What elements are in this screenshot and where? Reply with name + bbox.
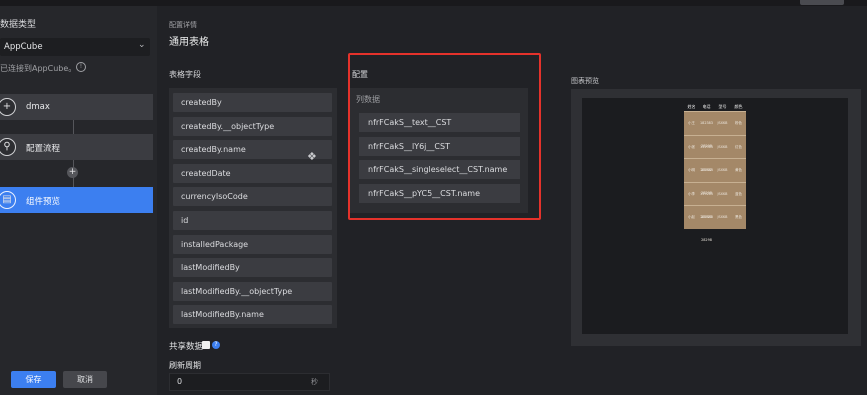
- preview-cell: 小赵: [688, 215, 695, 219]
- preview-cell: 蓝色: [735, 191, 742, 196]
- field-item-label: lastModifiedBy.name: [181, 310, 264, 320]
- step-component-preview[interactable]: [0, 187, 153, 213]
- preview-cell: JSXKB: [717, 215, 728, 219]
- refresh-period-value: 0: [177, 377, 183, 386]
- preview-row: 小张 132983 23902 JSXKB 红色: [684, 134, 746, 172]
- preview-cell: 黑色: [735, 215, 742, 219]
- preview-cell: 小李: [688, 191, 695, 196]
- field-item-label: createdBy.__objectType: [181, 121, 275, 131]
- datasource-select-value: AppCube: [4, 42, 43, 52]
- refresh-period-unit: 秒: [311, 378, 318, 386]
- step-label: 配置流程: [26, 144, 61, 154]
- preview-header-cell: 姓名: [687, 104, 696, 109]
- step-dmax[interactable]: [0, 94, 153, 120]
- field-item[interactable]: [173, 211, 332, 230]
- field-item-label: createdBy.name: [181, 145, 246, 155]
- datasource-title: 数据类型: [0, 20, 37, 30]
- preview-cell: 小王: [688, 121, 695, 125]
- field-item-label: lastModifiedBy.__objectType: [181, 286, 293, 296]
- preview-cell: 小张: [688, 144, 695, 149]
- field-item-label: installedPackage: [181, 239, 249, 249]
- page-title: 通用表格: [169, 37, 209, 48]
- save-button[interactable]: 保存: [11, 371, 56, 388]
- add-step-icon[interactable]: +: [67, 167, 78, 178]
- step-label: 组件预览: [26, 197, 61, 207]
- preview-cell: 粉色: [735, 121, 742, 125]
- cancel-button[interactable]: 取消: [63, 371, 107, 388]
- field-item-label: id: [181, 216, 189, 225]
- preview-cell: JSXKB: [717, 191, 728, 196]
- preview-header-cell: 颜色: [734, 104, 743, 109]
- connection-hint: 已连接到AppCube。: [0, 64, 77, 73]
- flow-connector: [73, 120, 74, 134]
- preview-row: 小李 139283 23923 JSXKB 蓝色: [684, 181, 746, 219]
- breadcrumb: 配置详情: [169, 21, 197, 29]
- drag-handle-icon[interactable]: ❖: [307, 150, 317, 163]
- fields-title: 表格字段: [169, 70, 201, 79]
- info-icon[interactable]: !: [76, 62, 86, 72]
- field-item-label: createdBy: [181, 98, 222, 107]
- step-label: dmax: [26, 102, 50, 112]
- preview-cell: 红色: [735, 144, 742, 149]
- preview-cell: JSXKB: [717, 168, 728, 172]
- preview-header-cell: 电话: [702, 104, 711, 109]
- preview-header-row: 姓名 电话 型号 颜色: [684, 103, 746, 111]
- preview-cell: JSXKB: [717, 144, 728, 149]
- field-item-label: createdDate: [181, 168, 231, 178]
- share-data-checkbox[interactable]: [202, 341, 210, 349]
- top-button[interactable]: [800, 0, 844, 5]
- chevron-down-icon[interactable]: ⌄: [138, 40, 146, 50]
- preview-cell: 182383 28298: [700, 215, 713, 242]
- preview-title: 图表预览: [571, 77, 599, 85]
- preview-row: 小明 182383 28298 JSXKB 黄色: [684, 158, 746, 195]
- share-data-label: 共享数据: [169, 342, 204, 352]
- step-config-flow[interactable]: [0, 134, 153, 160]
- refresh-period-input[interactable]: [169, 373, 330, 391]
- preview-header-cell: 型号: [718, 104, 727, 109]
- highlight-box: [348, 53, 541, 220]
- refresh-period-label: 刷新周期: [169, 361, 201, 370]
- preview-row: 小赵 182383 28298 JSXKB 黑色: [684, 205, 746, 242]
- field-item-label: lastModifiedBy: [181, 263, 240, 273]
- preview-cell: JSXKB: [717, 121, 728, 125]
- preview-table: 姓名 电话 型号 颜色 小王 182383 28298 JSXKB 粉色 小张 132983 23…: [684, 103, 746, 242]
- preview-cell: 小明: [688, 168, 695, 172]
- preview-row: 小王 182383 28298 JSXKB 粉色: [684, 111, 746, 148]
- field-item-label: currencyIsoCode: [181, 192, 248, 202]
- help-icon[interactable]: ?: [212, 341, 220, 349]
- preview-cell: 黄色: [735, 168, 742, 172]
